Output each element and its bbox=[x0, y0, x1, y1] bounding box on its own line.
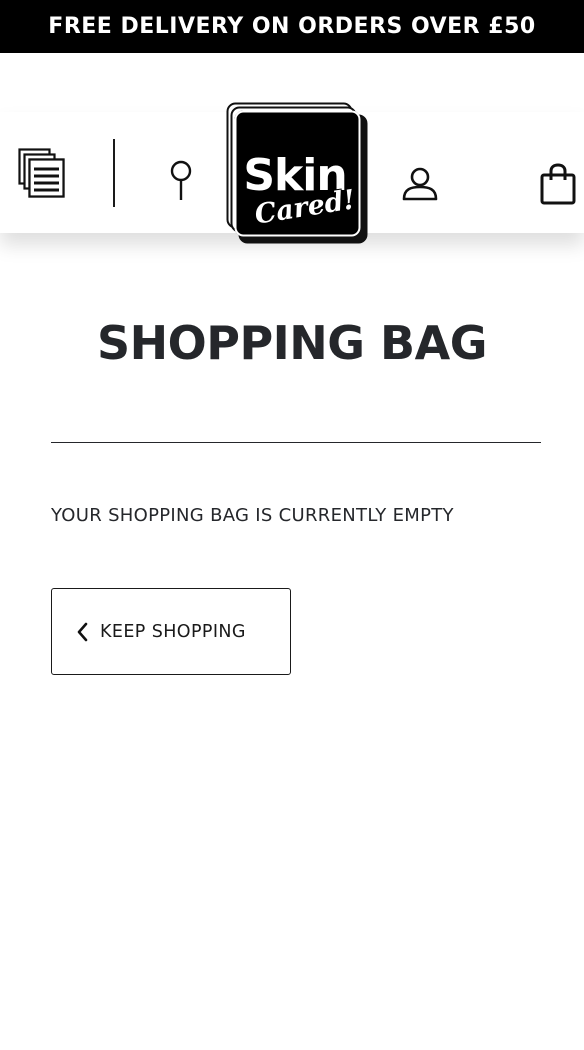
promo-text: FREE DELIVERY ON ORDERS OVER £50 bbox=[48, 14, 536, 39]
search-icon[interactable] bbox=[168, 160, 194, 202]
keep-shopping-label: KEEP SHOPPING bbox=[100, 621, 246, 642]
menu-icon[interactable] bbox=[18, 148, 66, 200]
keep-shopping-button[interactable]: KEEP SHOPPING bbox=[51, 588, 291, 675]
site-logo[interactable]: Skin Cared! bbox=[226, 102, 370, 244]
page-title: SHOPPING BAG bbox=[97, 316, 487, 370]
title-divider bbox=[51, 442, 541, 443]
empty-bag-message: YOUR SHOPPING BAG IS CURRENTLY EMPTY bbox=[51, 505, 454, 526]
header-divider bbox=[113, 139, 115, 207]
promo-banner: FREE DELIVERY ON ORDERS OVER £50 bbox=[0, 0, 584, 53]
account-icon[interactable] bbox=[402, 167, 438, 201]
chevron-left-icon bbox=[77, 622, 88, 641]
shopping-bag-icon[interactable] bbox=[540, 163, 576, 205]
